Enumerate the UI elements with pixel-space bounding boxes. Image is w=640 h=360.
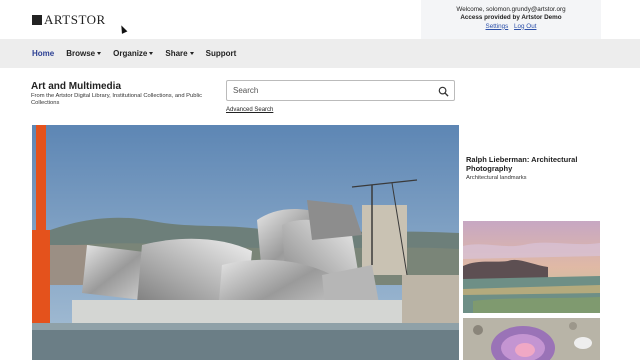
landscape-thumbnail-image: [463, 221, 600, 313]
logo-text: ARTSTOR: [44, 12, 106, 27]
welcome-text: Welcome, solomon.grundy@artstor.org: [456, 6, 566, 13]
page-subtitle: From the Artstor Digital Library, Instit…: [31, 93, 202, 106]
access-text: Access provided by Artstor Demo: [460, 14, 562, 22]
nav-home-label: Home: [32, 49, 55, 58]
search-icon[interactable]: [438, 86, 449, 97]
settings-link[interactable]: Settings: [486, 23, 509, 30]
nav-share-label: Share: [165, 49, 188, 58]
nav-home[interactable]: Home: [32, 49, 54, 58]
nav-browse[interactable]: Browse: [66, 49, 102, 58]
nav-support[interactable]: Support: [206, 49, 237, 58]
nav-organize-label: Organize: [113, 49, 148, 58]
featured-collection-subtitle: Architectural landmarks: [466, 175, 527, 181]
nav-organize[interactable]: Organize: [113, 49, 154, 58]
jellyfish-thumbnail-image: [463, 318, 600, 360]
hero-illustration: [32, 125, 459, 360]
top-header: ARTSTOR Welcome, solomon.grundy@artstor.…: [0, 0, 640, 39]
thumbnail-jellyfish[interactable]: [463, 318, 600, 360]
logout-link[interactable]: Log Out: [514, 23, 536, 30]
nav-share[interactable]: Share: [165, 49, 194, 58]
artstor-logo[interactable]: ARTSTOR: [32, 12, 106, 28]
search-input[interactable]: [233, 86, 433, 95]
advanced-search-link[interactable]: Advanced Search: [226, 107, 273, 113]
page-title: Art and Multimedia: [31, 81, 122, 92]
chevron-down-icon: [97, 52, 102, 55]
search-box: [226, 80, 455, 101]
chevron-down-icon: [149, 52, 154, 55]
nav-browse-label: Browse: [66, 49, 96, 58]
logo-mark-icon: [32, 15, 42, 25]
mouse-cursor-icon: [118, 24, 128, 34]
user-info-panel: Welcome, solomon.grundy@artstor.org Acce…: [421, 0, 601, 39]
user-links: Settings Log Out: [421, 23, 601, 31]
thumbnail-landscape-painting[interactable]: [463, 221, 600, 313]
chevron-down-icon: [189, 52, 194, 55]
hero-image[interactable]: [32, 125, 459, 360]
featured-collection-title[interactable]: Ralph Lieberman: Architectural Photograp…: [466, 155, 616, 173]
nav-support-label: Support: [205, 49, 237, 58]
main-navigation: Home Browse Organize Share Support: [0, 39, 640, 68]
